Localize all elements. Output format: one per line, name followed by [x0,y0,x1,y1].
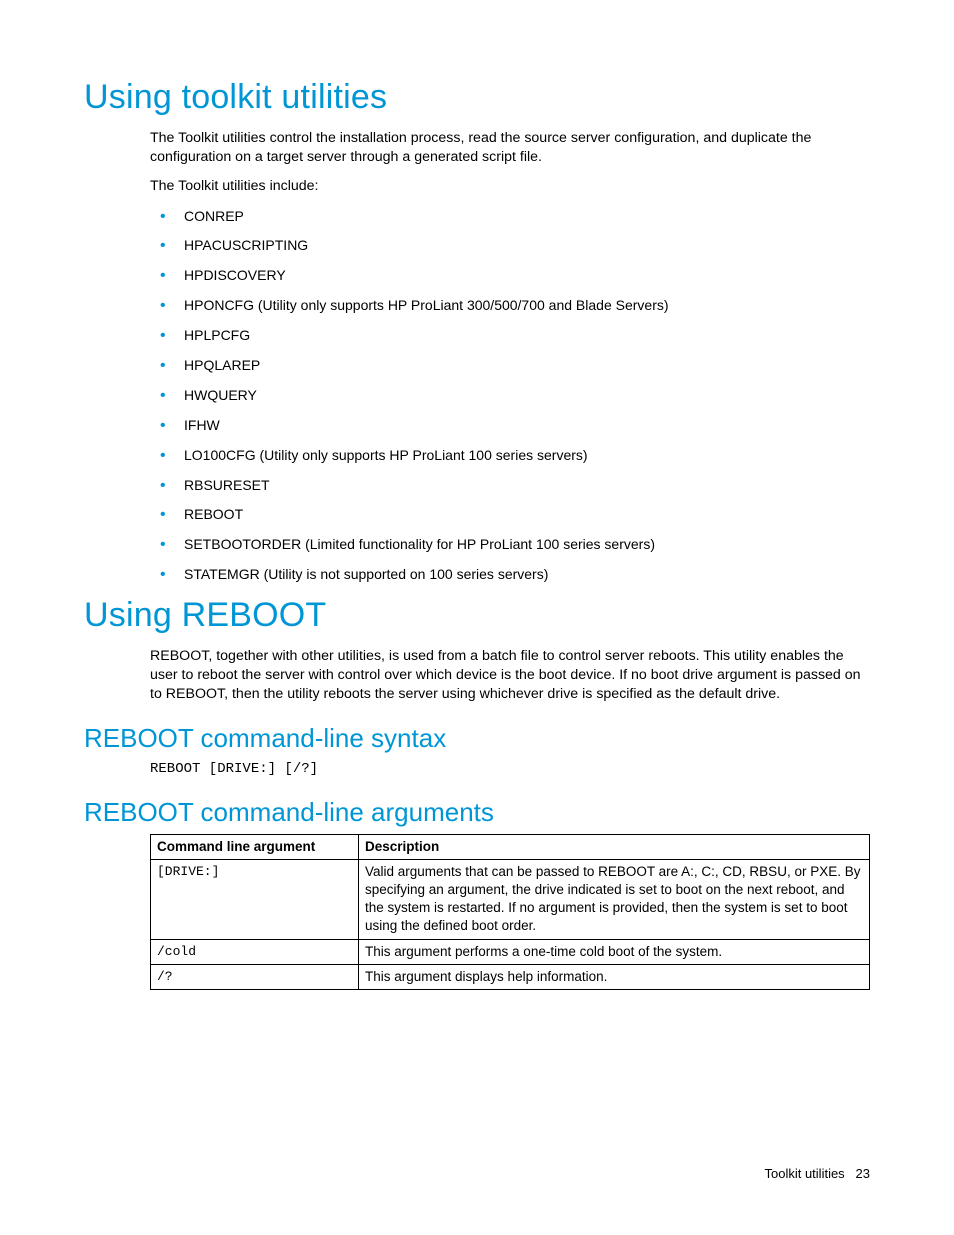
heading-using-reboot: Using REBOOT [84,596,870,635]
heading-reboot-arguments: REBOOT command-line arguments [84,797,870,828]
page-footer: Toolkit utilities 23 [764,1166,870,1181]
footer-page-number: 23 [856,1166,870,1181]
page: Using toolkit utilities The Toolkit util… [0,0,954,1235]
utilities-list: CONREP HPACUSCRIPTING HPDISCOVERY HPONCF… [150,207,870,585]
arguments-block: Command line argument Description [DRIVE… [150,834,870,991]
list-item: REBOOT [150,505,870,524]
table-head-arg: Command line argument [151,834,359,859]
heading-reboot-syntax: REBOOT command-line syntax [84,723,870,754]
footer-section-label: Toolkit utilities [764,1166,844,1181]
list-item: HPQLAREP [150,356,870,375]
intro-block: The Toolkit utilities control the instal… [150,129,870,584]
list-item: HPACUSCRIPTING [150,236,870,255]
list-item: LO100CFG (Utility only supports HP ProLi… [150,446,870,465]
reboot-intro-para: REBOOT, together with other utilities, i… [150,647,870,705]
desc-cell: This argument displays help information. [359,964,870,989]
intro-para-2: The Toolkit utilities include: [150,177,870,196]
list-item: RBSURESET [150,476,870,495]
list-item: HWQUERY [150,386,870,405]
list-item: SETBOOTORDER (Limited functionality for … [150,535,870,554]
table-row: [DRIVE:] Valid arguments that can be pas… [151,859,870,939]
arg-cell: /? [151,964,359,989]
table-row: /cold This argument performs a one-time … [151,939,870,964]
list-item: HPDISCOVERY [150,266,870,285]
heading-using-toolkit-utilities: Using toolkit utilities [84,78,870,117]
arg-cell: /cold [151,939,359,964]
arguments-table: Command line argument Description [DRIVE… [150,834,870,991]
syntax-block: REBOOT [DRIVE:] [/?] [150,760,870,779]
list-item: HPLPCFG [150,326,870,345]
syntax-code: REBOOT [DRIVE:] [/?] [150,760,870,779]
list-item: CONREP [150,207,870,226]
intro-para-1: The Toolkit utilities control the instal… [150,129,870,167]
table-head-desc: Description [359,834,870,859]
table-row: /? This argument displays help informati… [151,964,870,989]
arg-cell: [DRIVE:] [151,859,359,939]
desc-cell: This argument performs a one-time cold b… [359,939,870,964]
reboot-intro-block: REBOOT, together with other utilities, i… [150,647,870,705]
desc-cell: Valid arguments that can be passed to RE… [359,859,870,939]
list-item: STATEMGR (Utility is not supported on 10… [150,565,870,584]
list-item: HPONCFG (Utility only supports HP ProLia… [150,296,870,315]
list-item: IFHW [150,416,870,435]
